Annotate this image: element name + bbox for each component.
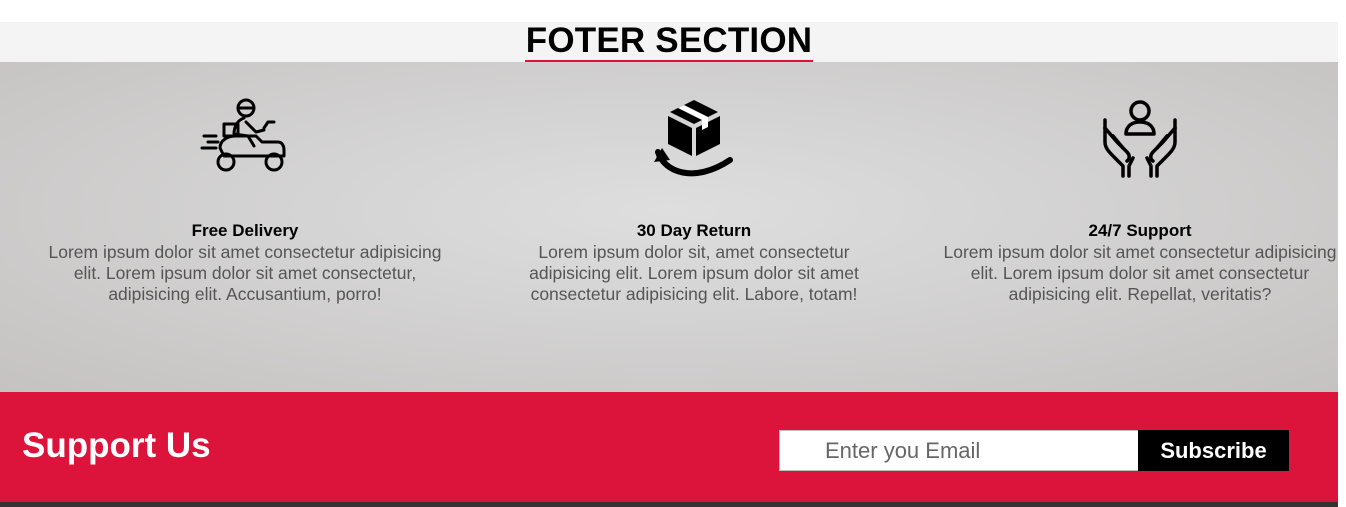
support-title: Support Us — [22, 426, 211, 465]
subscribe-button[interactable]: Subscribe — [1138, 430, 1289, 471]
feature-title: Free Delivery — [191, 221, 299, 240]
section-title: FOTER SECTION — [524, 22, 814, 63]
features-panel: Free Delivery Lorem ipsum dolor sit amet… — [0, 62, 1338, 392]
feature-description: Lorem ipsum dolor sit, amet consectetur … — [529, 242, 859, 304]
box-return-icon — [654, 98, 734, 182]
support-bar: Support Us Subscribe — [0, 392, 1338, 502]
section-header: FOTER SECTION — [0, 22, 1338, 63]
feature-description: Lorem ipsum dolor sit amet consectetur a… — [943, 242, 1337, 304]
feature-title: 30 Day Return — [636, 221, 752, 240]
email-input[interactable] — [779, 430, 1139, 471]
support-hands-icon — [1101, 98, 1179, 178]
feature-title: 24/7 Support — [1088, 221, 1192, 240]
bottom-divider — [0, 502, 1338, 507]
footer-page: FOTER SECTION Free Delivery Lorem ipsum … — [0, 0, 1338, 507]
feature-description: Lorem ipsum dolor sit amet consectetur a… — [48, 242, 442, 304]
delivery-scooter-icon — [200, 98, 290, 178]
